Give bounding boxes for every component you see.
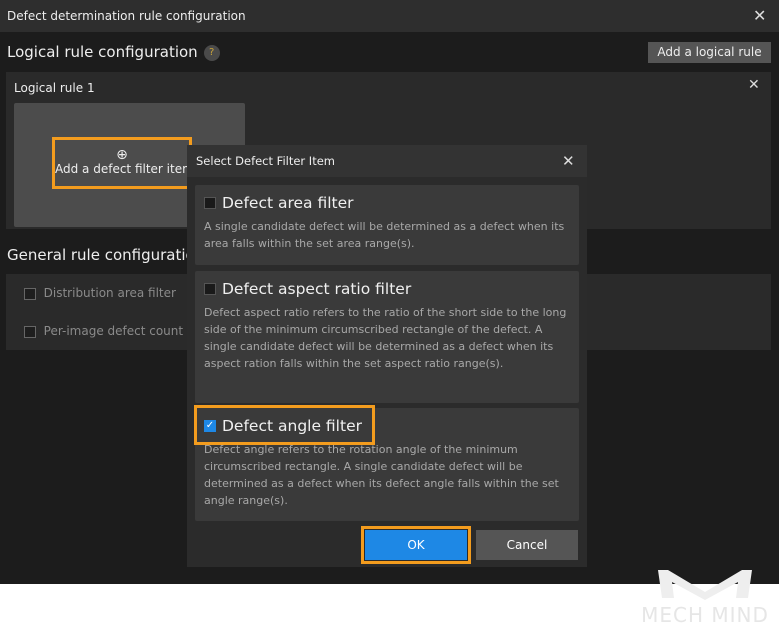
filter-option-area[interactable]: Defect area filter A single candidate de… <box>195 185 579 265</box>
general-item-label: Per-image defect count <box>43 324 184 338</box>
select-filter-dialog: Select Defect Filter Item ✕ Defect area … <box>187 145 587 567</box>
option-title: Defect aspect ratio filter <box>222 280 412 298</box>
title-bar: Defect determination rule configuration <box>0 0 779 32</box>
cancel-button[interactable]: Cancel <box>476 530 578 560</box>
highlight-box <box>361 526 471 564</box>
highlight-box <box>194 405 375 445</box>
checkbox[interactable] <box>24 287 36 300</box>
general-item-label: Distribution area filter <box>43 286 176 300</box>
add-logical-rule-button[interactable]: Add a logical rule <box>648 42 771 63</box>
main-window: Defect determination rule configuration … <box>0 0 779 584</box>
window-title: Defect determination rule configuration <box>7 9 246 23</box>
rule-title: Logical rule 1 <box>14 81 95 95</box>
close-dialog-icon[interactable]: ✕ <box>562 152 575 170</box>
checkbox[interactable] <box>24 325 36 338</box>
dialog-title: Select Defect Filter Item <box>187 145 587 177</box>
checkbox[interactable] <box>204 197 216 209</box>
add-filter-label: Add a defect filter item <box>55 162 192 176</box>
filter-option-aspect-ratio[interactable]: Defect aspect ratio filter Defect aspect… <box>195 271 579 403</box>
logical-heading: Logical rule configuration? <box>7 43 220 61</box>
general-item[interactable]: Distribution area filter <box>24 286 176 300</box>
option-title: Defect area filter <box>222 194 354 212</box>
close-window-icon[interactable]: ✕ <box>753 6 766 25</box>
option-desc: Defect angle refers to the rotation angl… <box>204 443 559 507</box>
checkbox[interactable] <box>204 283 216 295</box>
general-heading: General rule configuration <box>7 246 205 264</box>
general-item[interactable]: Per-image defect count <box>24 324 183 338</box>
delete-rule-icon[interactable]: ✕ <box>748 77 760 93</box>
plus-circle-icon: ⊕ <box>116 147 128 163</box>
add-defect-filter-button[interactable]: ⊕ Add a defect filter item <box>52 137 192 189</box>
watermark-logo-icon: MECH MIND <box>641 570 769 627</box>
logical-heading-text: Logical rule configuration <box>7 43 198 61</box>
help-icon[interactable]: ? <box>203 45 220 61</box>
watermark-text: MECH MIND <box>641 603 769 625</box>
mech-mind-watermark: MECH MIND <box>630 570 779 627</box>
option-desc: A single candidate defect will be determ… <box>204 220 565 250</box>
option-desc: Defect aspect ratio refers to the ratio … <box>204 306 567 370</box>
